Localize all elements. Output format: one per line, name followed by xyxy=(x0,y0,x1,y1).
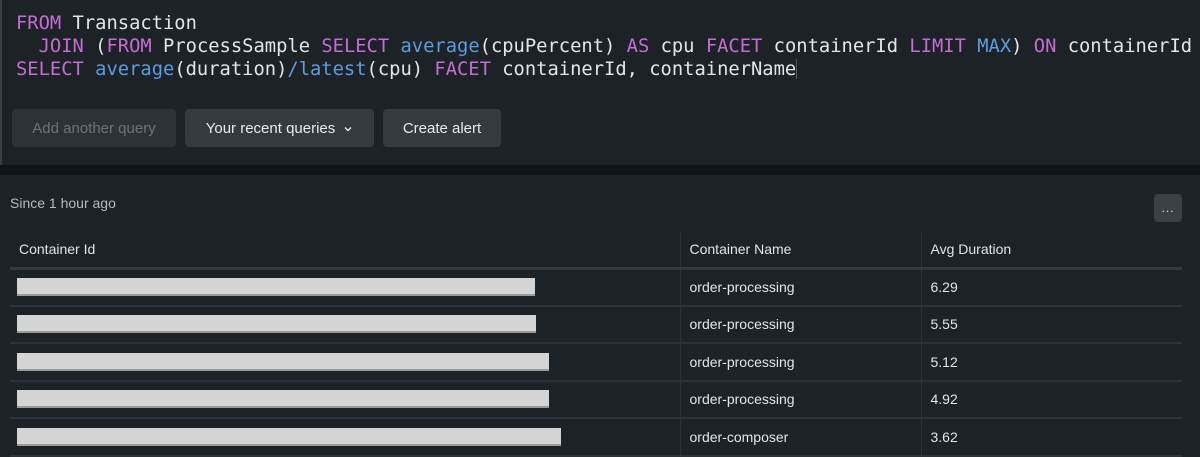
recent-queries-label: Your recent queries xyxy=(205,119,336,137)
more-options-button[interactable]: ... xyxy=(1154,194,1182,222)
cell-container-id xyxy=(10,418,680,457)
text-token: (cpu) xyxy=(366,59,435,80)
table-row[interactable]: order-processing 4.92 xyxy=(10,380,1182,419)
results-panel: Since 1 hour ago ... Container Id Contai… xyxy=(0,175,1200,457)
column-header-avg-duration[interactable]: Avg Duration xyxy=(920,231,1182,270)
text-token: ) xyxy=(1011,36,1034,57)
cell-container-name: order-processing xyxy=(679,305,921,344)
text-token: containerId, containerName xyxy=(490,59,797,80)
function-token: /latest xyxy=(287,59,367,80)
cell-avg-duration: 5.12 xyxy=(920,343,1182,382)
text-token: ( xyxy=(83,36,107,57)
divider xyxy=(0,165,1200,175)
time-range-label: Since 1 hour ago xyxy=(10,195,116,211)
keyword-token: LIMIT xyxy=(909,36,966,57)
keyword-token: AS xyxy=(626,36,650,57)
create-alert-button[interactable]: Create alert xyxy=(383,109,501,147)
table-row[interactable]: order-composer 3.62 xyxy=(10,418,1182,457)
recent-queries-button[interactable]: Your recent queries xyxy=(185,109,374,147)
cell-container-id xyxy=(10,380,680,419)
query-code[interactable]: FROM Transaction JOIN (FROM ProcessSampl… xyxy=(16,12,1192,81)
cell-container-name: order-processing xyxy=(679,380,921,419)
text-token: (cpuPercent) xyxy=(479,36,627,57)
cell-avg-duration: 3.62 xyxy=(920,418,1182,457)
redacted-value xyxy=(17,315,536,334)
keyword-token: JOIN xyxy=(38,36,84,57)
cell-avg-duration: 6.29 xyxy=(920,268,1182,307)
redacted-value xyxy=(17,352,549,371)
text-cursor xyxy=(796,59,798,79)
query-editor[interactable]: FROM Transaction JOIN (FROM ProcessSampl… xyxy=(0,0,1200,165)
cell-avg-duration: 4.92 xyxy=(920,380,1182,419)
cell-container-id xyxy=(10,305,680,344)
function-token: average xyxy=(95,59,175,80)
redacted-value xyxy=(17,390,549,409)
text-token: cpu xyxy=(649,36,706,57)
cell-container-name: order-processing xyxy=(679,268,921,307)
query-line-1: FROM Transaction xyxy=(16,12,1192,35)
results-table: Container Id Container Name Avg Duration… xyxy=(10,231,1182,457)
query-line-3: SELECT average(duration)/latest(cpu) FAC… xyxy=(16,58,1192,81)
keyword-token: FROM xyxy=(16,13,62,34)
ellipsis-icon: ... xyxy=(1161,201,1175,215)
function-token: MAX xyxy=(977,36,1012,57)
function-token: average xyxy=(400,36,480,57)
redacted-value xyxy=(17,278,535,296)
text-token: containerId xyxy=(1056,36,1193,57)
table-row[interactable]: order-processing 6.29 xyxy=(10,268,1182,307)
table-row[interactable]: order-processing 5.12 xyxy=(10,343,1182,382)
keyword-token: FACET xyxy=(434,59,491,80)
keyword-token: ON xyxy=(1033,36,1057,57)
redacted-value xyxy=(17,427,561,446)
text-token: (duration) xyxy=(174,59,288,80)
keyword-token: SELECT xyxy=(16,59,84,80)
create-alert-label: Create alert xyxy=(402,119,482,137)
keyword-token: FACET xyxy=(705,36,763,57)
text-token: Transaction xyxy=(61,13,197,34)
cell-avg-duration: 5.55 xyxy=(920,305,1182,344)
text-token: containerId xyxy=(762,36,910,57)
column-header-container-id[interactable]: Container Id xyxy=(10,231,680,270)
add-another-query-button[interactable]: Add another query xyxy=(12,109,176,147)
chevron-down-icon xyxy=(343,120,353,137)
cell-container-name: order-composer xyxy=(679,418,921,457)
keyword-token: SELECT xyxy=(321,36,390,57)
query-line-2: JOIN (FROM ProcessSample SELECT average(… xyxy=(16,35,1192,58)
text-token: ProcessSample xyxy=(151,36,322,57)
cell-container-id xyxy=(10,343,680,382)
table-row[interactable]: order-processing 5.55 xyxy=(10,305,1182,344)
cell-container-name: order-processing xyxy=(679,343,921,382)
column-header-container-name[interactable]: Container Name xyxy=(679,231,921,270)
add-query-label: Add another query xyxy=(32,119,156,137)
keyword-token: FROM xyxy=(106,36,152,57)
cell-container-id xyxy=(10,268,680,307)
